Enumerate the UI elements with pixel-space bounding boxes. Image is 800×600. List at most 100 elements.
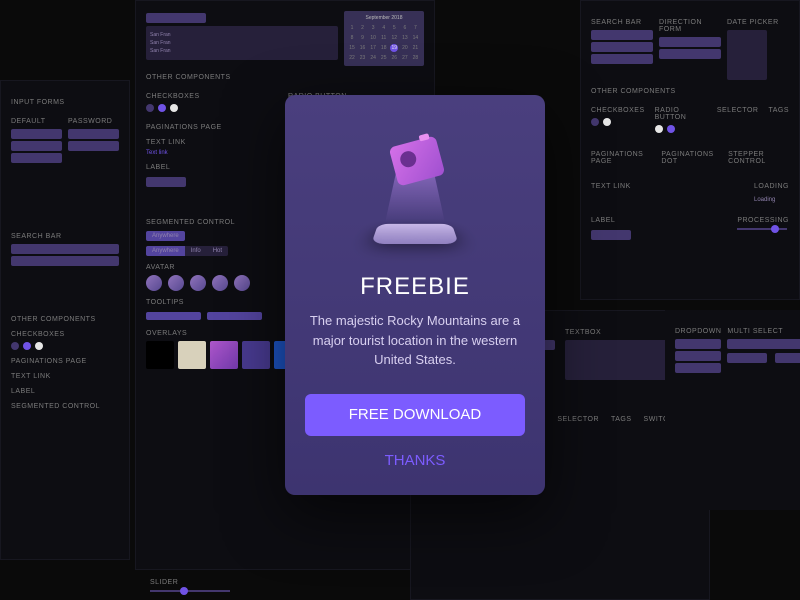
ms-chip-2[interactable]	[775, 353, 800, 363]
l-cb-3: CHECKBOXES	[591, 107, 645, 114]
avatar-5	[234, 275, 250, 291]
l-tag-3: TAGS	[768, 107, 789, 114]
label-segmented: SEGMENTED CONTROL	[11, 403, 119, 410]
label-direction-3: DIRECTION FORM	[659, 19, 721, 33]
search-input-2[interactable]	[11, 256, 119, 266]
checkbox-on[interactable]	[23, 342, 31, 350]
modal-title: FREEBIE	[360, 273, 470, 301]
l-ms-5: MULTI SELECT	[727, 328, 800, 335]
cb-1[interactable]	[146, 104, 154, 112]
label-label: LABEL	[11, 388, 119, 395]
label-text-link: TEXT LINK	[11, 373, 119, 380]
suggest-1[interactable]: San Fran	[150, 32, 334, 38]
search-3c[interactable]	[591, 54, 653, 64]
camera-icon	[389, 135, 446, 186]
label-chip	[146, 177, 186, 187]
l-tl-3: TEXT LINK	[591, 183, 631, 190]
l-rb-3: RADIO BUTTON	[655, 107, 707, 121]
ui-kit-panel-topright: SEARCH BAR DIRECTION FORM DATE PICKER OT…	[580, 0, 800, 300]
label-date-3: DATE PICKER	[727, 19, 789, 26]
seg-opt-1[interactable]: Anywhere	[146, 246, 185, 256]
l-pd-3: PAGINATIONS DOT	[661, 151, 718, 165]
input-placeholder[interactable]	[11, 129, 62, 139]
swatch-black[interactable]	[146, 341, 174, 369]
slider-2[interactable]	[150, 590, 230, 592]
loading-text: Loading	[754, 197, 775, 203]
download-button[interactable]: FREE DOWNLOAD	[305, 394, 525, 436]
platform-shape	[371, 224, 459, 244]
l-pp-3: PAGINATIONS PAGE	[591, 151, 651, 165]
suggest-2[interactable]: San Fran	[150, 40, 334, 46]
ms-5a[interactable]	[727, 339, 800, 349]
c2[interactable]	[603, 118, 611, 126]
dir-3a[interactable]	[659, 37, 721, 47]
cb-3[interactable]	[170, 104, 178, 112]
section-input-forms: INPUT FORMS	[11, 99, 119, 106]
avatar-4	[212, 275, 228, 291]
input-typing[interactable]	[11, 153, 62, 163]
l-tag-4: TAGS	[611, 416, 632, 423]
l-pr-3: PROCESSING	[737, 217, 789, 224]
c1[interactable]	[591, 118, 599, 126]
search-field[interactable]	[146, 13, 206, 23]
label-chip-3	[591, 230, 631, 240]
slider-track[interactable]	[737, 228, 787, 230]
search-3a[interactable]	[591, 30, 653, 40]
section-other: OTHER COMPONENTS	[11, 316, 119, 323]
label-search-3: SEARCH BAR	[591, 19, 653, 26]
l-ld-3: LOADING	[754, 183, 789, 190]
dd-5c[interactable]	[675, 363, 721, 373]
tooltip-2	[207, 312, 262, 320]
slider-section: SLIDER	[150, 577, 230, 592]
hologram-illustration	[355, 123, 475, 263]
freebie-modal: FREEBIE The majestic Rocky Mountains are…	[285, 95, 545, 495]
thanks-link[interactable]: THANKS	[385, 452, 446, 469]
l-dd-5: DROPDOWN	[675, 328, 721, 335]
section-other-3: OTHER COMPONENTS	[591, 88, 789, 95]
l-slider: SLIDER	[150, 579, 178, 586]
seg-opt-2[interactable]: Info	[185, 246, 207, 256]
search-input[interactable]	[11, 244, 119, 254]
segmented-control[interactable]: Anywhere Info Hot	[146, 246, 228, 256]
calendar-widget[interactable]: September 2018 1234567 891011121314 1516…	[344, 11, 424, 66]
label-pagination: PAGINATIONS PAGE	[11, 358, 119, 365]
l-sc-3: STEPPER CONTROL	[728, 151, 789, 165]
swatch-magenta[interactable]	[210, 341, 238, 369]
suggest-3[interactable]: San Fran	[150, 48, 334, 54]
date-picker-widget[interactable]	[727, 30, 767, 80]
l-lb-3: LABEL	[591, 217, 633, 224]
input-password-2[interactable]	[68, 141, 119, 151]
dir-3b[interactable]	[659, 49, 721, 59]
avatar-2	[168, 275, 184, 291]
calendar-month: September 2018	[348, 15, 420, 21]
ui-kit-panel-right-small: DROPDOWN MULTI SELECT	[665, 310, 800, 510]
checkbox-white[interactable]	[35, 342, 43, 350]
section-other-2: OTHER COMPONENTS	[146, 74, 424, 81]
r2[interactable]	[667, 125, 675, 133]
l-sel-4: SELECTOR	[557, 416, 599, 423]
slider-handle-2[interactable]	[180, 587, 188, 595]
label-checkboxes-2: CHECKBOXES	[146, 93, 282, 100]
r1[interactable]	[655, 125, 663, 133]
dd-5a[interactable]	[675, 339, 721, 349]
swatch-purple[interactable]	[242, 341, 270, 369]
seg-opt-3[interactable]: Hot	[207, 246, 228, 256]
checkbox-off[interactable]	[11, 342, 19, 350]
search-3b[interactable]	[591, 42, 653, 52]
dd-5b[interactable]	[675, 351, 721, 361]
label-password: PASSWORD	[68, 118, 119, 125]
ui-kit-panel-left: INPUT FORMS DEFAULT PASSWORD SEARCH BAR …	[0, 80, 130, 560]
ms-chip-1[interactable]	[727, 353, 767, 363]
input-password[interactable]	[68, 129, 119, 139]
seg-anywhere[interactable]: Anywhere	[146, 231, 185, 241]
cb-2[interactable]	[158, 104, 166, 112]
label-default: DEFAULT	[11, 118, 62, 125]
avatar-1	[146, 275, 162, 291]
avatar-3	[190, 275, 206, 291]
swatch-cream[interactable]	[178, 341, 206, 369]
slider-handle[interactable]	[771, 225, 779, 233]
input-email[interactable]	[11, 141, 62, 151]
label-checkboxes: CHECKBOXES	[11, 331, 119, 338]
l-sel-3: SELECTOR	[717, 107, 759, 114]
section-search-bar: SEARCH BAR	[11, 233, 119, 240]
